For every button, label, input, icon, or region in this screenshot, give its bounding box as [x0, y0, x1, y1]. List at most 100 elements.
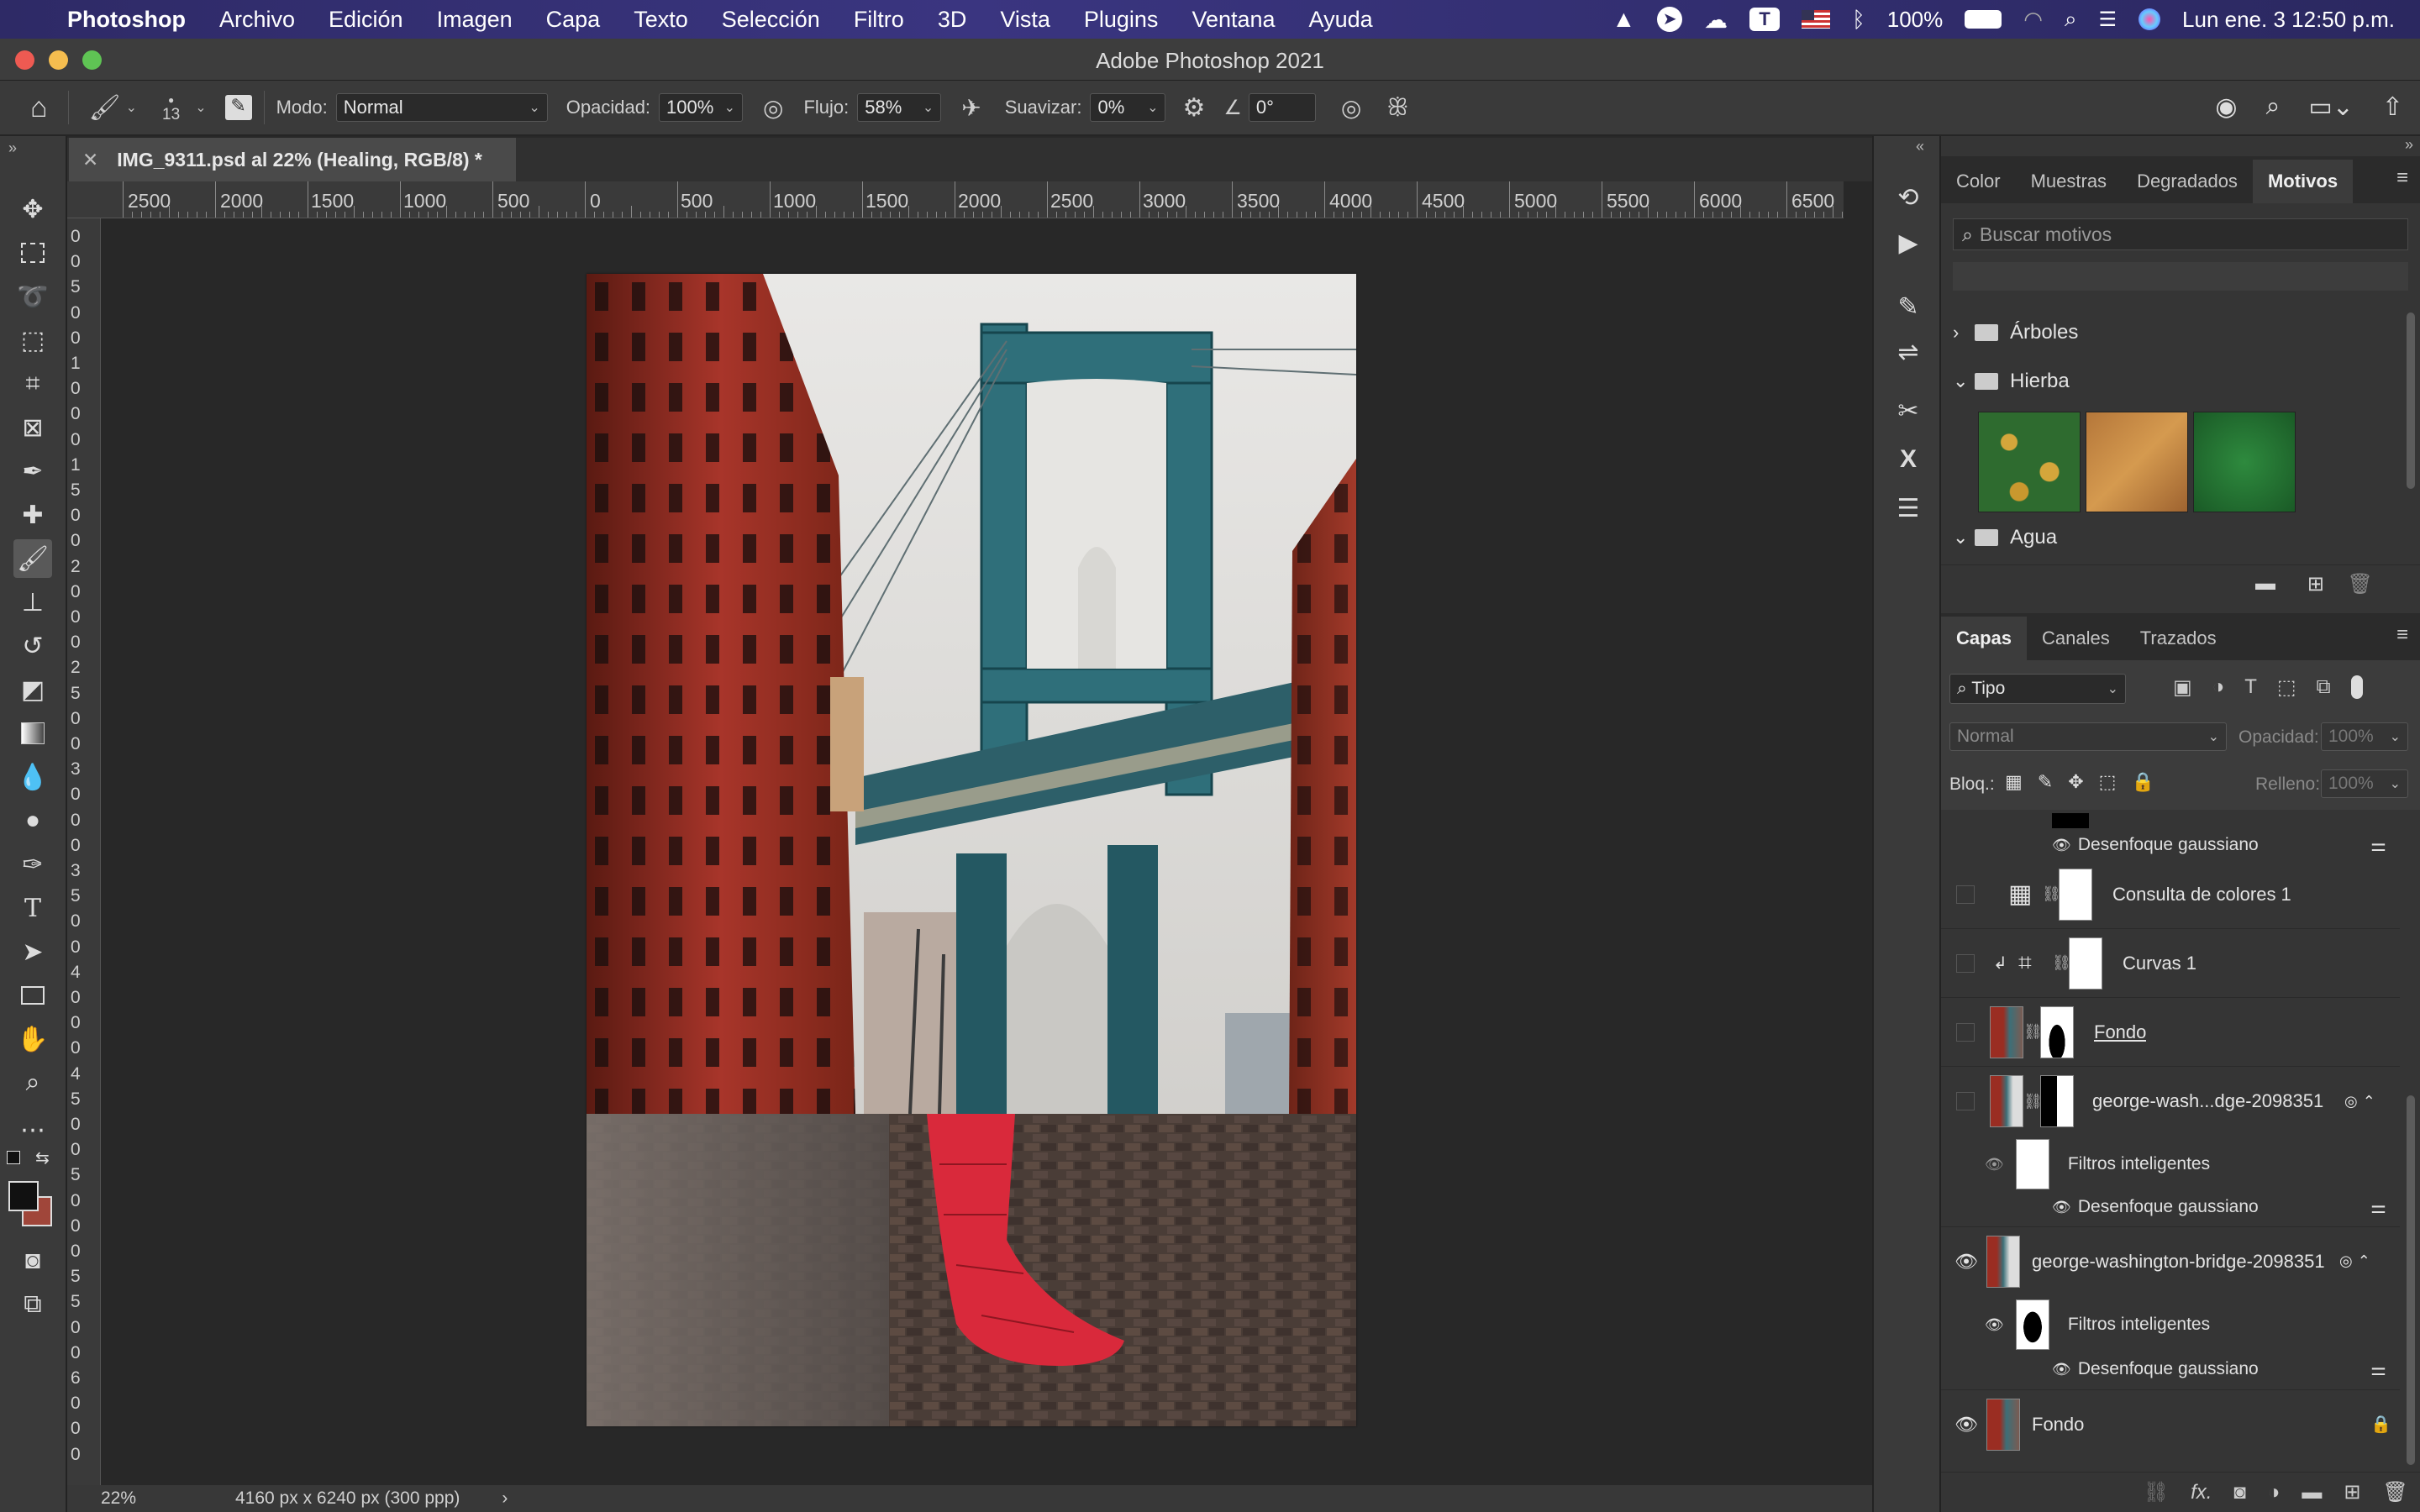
- tab-motivos[interactable]: Motivos: [2252, 160, 2354, 203]
- move-tool-icon[interactable]: ✥: [13, 190, 52, 228]
- screen-mode-icon[interactable]: ⧉: [13, 1285, 52, 1324]
- pattern-swatch-grass-1[interactable]: [1978, 412, 2081, 512]
- layer-filter-blur-top[interactable]: 👁 Desenfoque gaussiano ⚌: [1941, 830, 2400, 860]
- menu-ventana[interactable]: Ventana: [1175, 7, 1292, 33]
- path-selection-tool-icon[interactable]: ➤: [13, 932, 52, 971]
- layer-row-background[interactable]: 👁 Fondo 🔒: [1941, 1389, 2400, 1458]
- pattern-group-agua[interactable]: ⌄ Agua: [1941, 517, 2400, 558]
- properties-panel-icon[interactable]: ☰: [1889, 489, 1928, 528]
- layer-thumbnail[interactable]: [1990, 1005, 2023, 1058]
- menu-seleccion[interactable]: Selección: [705, 7, 837, 33]
- dodge-tool-icon[interactable]: ●: [13, 801, 52, 840]
- edit-toolbar-icon[interactable]: ⋯: [13, 1110, 52, 1149]
- x-plugin-icon[interactable]: X: [1889, 440, 1928, 479]
- mode-select[interactable]: Normal ⌄: [335, 93, 548, 122]
- home-icon[interactable]: ⌂: [30, 92, 48, 124]
- brushes-panel-icon[interactable]: ✎: [1889, 287, 1928, 326]
- brush-tool-preset-icon[interactable]: 🖌: [89, 93, 121, 123]
- smart-filter-blur-1[interactable]: 👁 Desenfoque gaussiano ⚌: [1941, 1193, 2400, 1221]
- filter-options-icon[interactable]: ⚌: [2370, 1359, 2386, 1380]
- collapse-effects-icon[interactable]: ⌃: [2358, 1252, 2370, 1270]
- control-center-icon[interactable]: ☰: [2099, 8, 2118, 32]
- gradient-tool-icon[interactable]: [13, 714, 52, 753]
- vlc-icon[interactable]: ▲: [1612, 6, 1635, 33]
- visibility-toggle[interactable]: [1956, 1022, 1975, 1042]
- link-icon[interactable]: ⛓: [2023, 1093, 2043, 1110]
- menu-plugins[interactable]: Plugins: [1067, 7, 1176, 33]
- tab-canales[interactable]: Canales: [2027, 617, 2125, 660]
- foreground-color-swatch[interactable]: [8, 1181, 39, 1211]
- layers-panel-menu-icon[interactable]: ≡: [2396, 623, 2408, 647]
- frame-tool-icon[interactable]: ⊠: [13, 408, 52, 447]
- tab-degradados[interactable]: Degradados: [2122, 160, 2253, 203]
- telegram-icon[interactable]: ➤: [1657, 7, 1683, 32]
- marquee-tool-icon[interactable]: [13, 234, 52, 272]
- delete-layer-icon[interactable]: 🗑: [2383, 1480, 2408, 1504]
- filter-options-icon[interactable]: ⚌: [2370, 1197, 2386, 1218]
- fill-field[interactable]: 100% ⌄: [2321, 769, 2408, 798]
- smart-filter-mask-thumb[interactable]: [2015, 1299, 2049, 1350]
- zoom-tool-icon[interactable]: ⌕: [13, 1063, 52, 1102]
- menu-capa[interactable]: Capa: [529, 7, 618, 33]
- lock-artboard-icon[interactable]: ⬚: [2099, 771, 2117, 793]
- collapse-tools-icon[interactable]: »: [8, 139, 17, 157]
- eraser-tool-icon[interactable]: ◩: [13, 670, 52, 709]
- filter-adjustment-icon[interactable]: ◑: [2212, 675, 2225, 700]
- pattern-swatch-grass-3[interactable]: [2193, 412, 2296, 512]
- eye-icon[interactable]: 👁: [2052, 1361, 2071, 1378]
- new-adjustment-layer-icon[interactable]: ◑: [2268, 1481, 2281, 1504]
- layer-row-lut[interactable]: ▦ ⛓ Consulta de colores 1: [1941, 860, 2400, 929]
- menu-clock[interactable]: Lun ene. 3 12:50 p.m.: [2182, 7, 2395, 33]
- collapse-effects-icon[interactable]: ⌃: [2363, 1093, 2375, 1110]
- crop-tool-icon[interactable]: ⌗: [13, 365, 52, 403]
- layer-row-fondo-copy[interactable]: ⛓ Fondo: [1941, 998, 2400, 1067]
- us-flag-icon[interactable]: [1802, 10, 1831, 29]
- layer-mask-thumb[interactable]: [2040, 1075, 2074, 1127]
- filter-options-icon[interactable]: ⚌: [2370, 835, 2386, 856]
- eye-icon[interactable]: 👁: [1954, 1251, 1981, 1273]
- filter-shape-icon[interactable]: ⬚: [2277, 675, 2296, 700]
- tab-color[interactable]: Color: [1941, 160, 2016, 203]
- symmetry-butterfly-icon[interactable]: ꕥ: [1386, 94, 1408, 122]
- link-layers-icon[interactable]: ⛓: [2144, 1480, 2169, 1504]
- hand-tool-icon[interactable]: ✋: [13, 1020, 52, 1058]
- eyedropper-tool-icon[interactable]: ✒: [13, 452, 52, 491]
- layer-mask-thumb[interactable]: [2069, 937, 2102, 990]
- brush-settings-panel-icon[interactable]: ✎: [224, 95, 252, 120]
- layer-row-gw-full[interactable]: 👁 george-washington-bridge-2098351 ◎ ⌃: [1941, 1226, 2400, 1295]
- collapse-dock-icon[interactable]: »: [2405, 136, 2413, 154]
- adjustments-panel-icon[interactable]: ⇌: [1889, 333, 1928, 371]
- lock-all-icon[interactable]: 🔒: [2131, 771, 2154, 793]
- preset-chevron-icon[interactable]: ⌄: [126, 99, 137, 116]
- document-tab[interactable]: ✕ IMG_9311.psd al 22% (Healing, RGB/8) *: [69, 138, 516, 181]
- layer-row-gw-short[interactable]: ⛓ george-wash...dge-2098351 ◎ ⌃: [1941, 1067, 2400, 1136]
- bluetooth-icon[interactable]: ᛒ: [1852, 7, 1865, 33]
- close-document-icon[interactable]: ✕: [82, 149, 98, 171]
- tab-capas[interactable]: Capas: [1941, 617, 2028, 660]
- document-image[interactable]: [587, 274, 1356, 1426]
- rectangle-tool-icon[interactable]: [13, 976, 52, 1015]
- default-colors-icon[interactable]: [7, 1151, 20, 1164]
- lock-icon[interactable]: 🔒: [2370, 1414, 2391, 1435]
- brush-size-picker[interactable]: ● 13: [162, 92, 180, 123]
- wifi-icon[interactable]: ◠: [2023, 7, 2043, 33]
- layer-thumbnail[interactable]: [1986, 1398, 2020, 1451]
- menu-imagen[interactable]: Imagen: [420, 7, 529, 33]
- brush-tool-icon[interactable]: 🖌: [13, 539, 52, 578]
- layer-filter-select[interactable]: ⌕ Tipo ⌄: [1949, 674, 2126, 704]
- layer-thumbnail[interactable]: [1986, 1235, 2020, 1288]
- tool-presets-icon[interactable]: ✂: [1889, 391, 1928, 430]
- layer-opacity-field[interactable]: 100% ⌄: [2321, 722, 2408, 751]
- airbrush-icon[interactable]: ✈: [961, 94, 981, 122]
- tab-trazados[interactable]: Trazados: [2125, 617, 2232, 660]
- collapse-chevron-icon[interactable]: ⌄: [1953, 370, 1970, 392]
- pattern-group-arboles[interactable]: › Árboles: [1941, 312, 2400, 353]
- account-learn-icon[interactable]: ◉: [2215, 92, 2237, 122]
- new-pattern-icon[interactable]: ⊞: [2307, 572, 2324, 596]
- filter-pixel-icon[interactable]: ▣: [2173, 675, 2192, 700]
- add-mask-icon[interactable]: ◙: [2233, 1481, 2246, 1504]
- eye-icon[interactable]: 👁: [2052, 1199, 2071, 1216]
- link-icon[interactable]: ⛓: [2042, 885, 2061, 903]
- typeit-icon[interactable]: T: [1749, 8, 1781, 31]
- layer-row-curves[interactable]: ↲ ⌗ ⛓ Curvas 1: [1941, 929, 2400, 998]
